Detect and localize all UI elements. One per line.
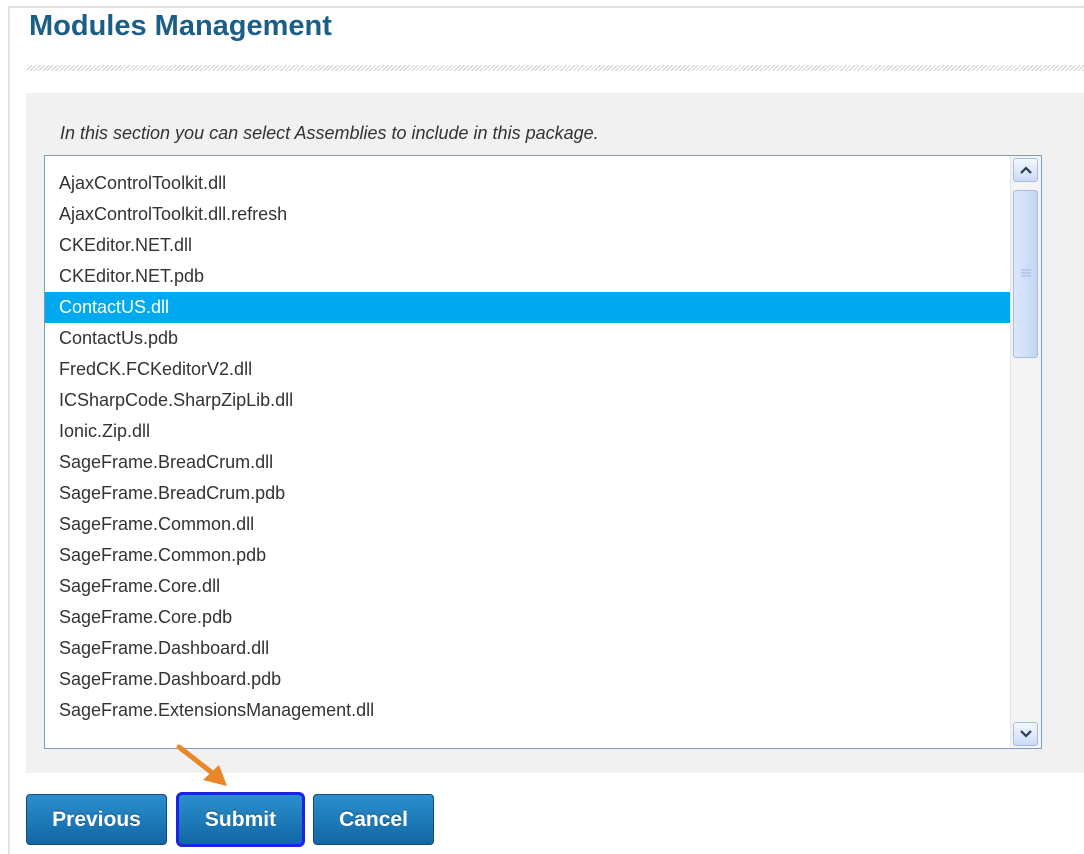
chevron-down-icon <box>1020 730 1032 738</box>
list-item-selected[interactable]: ContactUS.dll <box>45 292 1011 323</box>
list-item[interactable]: SageFrame.BreadCrum.dll <box>45 447 1011 478</box>
list-item[interactable]: SageFrame.Dashboard.pdb <box>45 664 1011 695</box>
page-left-border <box>8 6 10 854</box>
orange-arrow-icon <box>176 744 227 786</box>
list-item[interactable]: FredCK.FCKeditorV2.dll <box>45 354 1011 385</box>
list-item[interactable]: SageFrame.Core.pdb <box>45 602 1011 633</box>
instructions-text: In this section you can select Assemblie… <box>60 123 599 143</box>
list-item[interactable]: AjaxControlToolkit.dll.refresh <box>45 199 1011 230</box>
list-item[interactable]: Ionic.Zip.dll <box>45 416 1011 447</box>
page-title: Modules Management <box>29 10 332 42</box>
previous-button[interactable]: Previous <box>26 794 167 845</box>
scroll-down-button[interactable] <box>1013 722 1038 746</box>
list-item[interactable]: SageFrame.ExtensionsManagement.dll <box>45 695 1011 726</box>
page-top-border <box>8 6 1084 8</box>
list-item[interactable]: SageFrame.BreadCrum.pdb <box>45 478 1011 509</box>
list-item[interactable]: CKEditor.NET.pdb <box>45 261 1011 292</box>
chevron-up-icon <box>1020 166 1032 174</box>
list-item[interactable]: SageFrame.Common.dll <box>45 509 1011 540</box>
list-item[interactable]: ContactUs.pdb <box>45 323 1011 354</box>
title-divider <box>27 65 1084 71</box>
list-item[interactable]: SageFrame.Dashboard.dll <box>45 633 1011 664</box>
list-item[interactable]: SageFrame.Core.dll <box>45 571 1011 602</box>
submit-button[interactable]: Submit <box>176 792 305 847</box>
list-item[interactable]: SageFrame.Common.pdb <box>45 540 1011 571</box>
list-item[interactable]: AjaxControlToolkit.dll <box>45 168 1011 199</box>
scroll-up-button[interactable] <box>1013 158 1038 182</box>
scroll-thumb[interactable] <box>1013 190 1038 358</box>
grip-icon <box>1021 269 1031 277</box>
listbox-scrollbar[interactable] <box>1010 156 1041 748</box>
assemblies-list: AjaxControlToolkit.dll AjaxControlToolkit… <box>45 168 1011 726</box>
cancel-button[interactable]: Cancel <box>313 794 434 845</box>
list-item[interactable]: ICSharpCode.SharpZipLib.dll <box>45 385 1011 416</box>
list-item[interactable]: CKEditor.NET.dll <box>45 230 1011 261</box>
assemblies-listbox[interactable]: AjaxControlToolkit.dll AjaxControlToolkit… <box>44 155 1042 749</box>
